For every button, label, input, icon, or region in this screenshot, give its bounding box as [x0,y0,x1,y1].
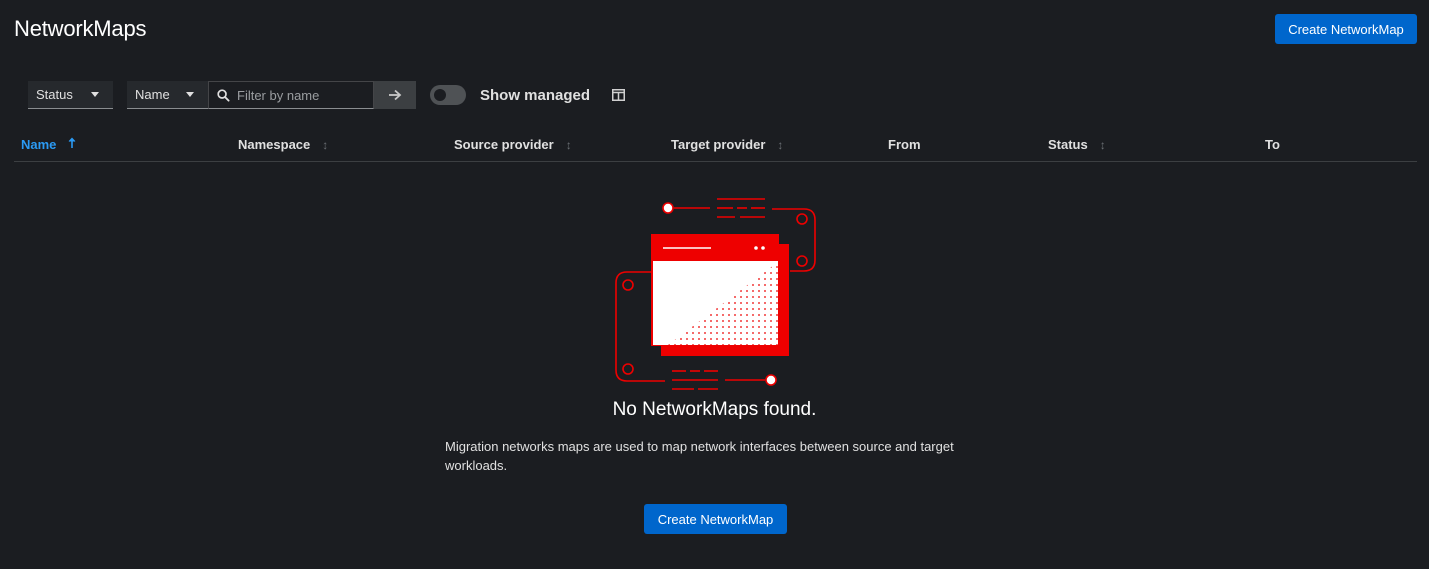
status-filter-label: Status [36,87,73,102]
search-input[interactable] [237,87,367,103]
sort-icon: ↕ [565,137,572,152]
empty-state-title: No NetworkMaps found. [612,399,817,420]
search-icon [209,88,237,102]
sort-icon: ↕ [322,137,329,152]
column-header-source-provider[interactable]: Source provider ↕ [454,137,572,152]
column-header-to: To [1265,137,1280,152]
status-filter-select[interactable]: Status [28,81,113,109]
toggle-knob [434,89,446,101]
column-header-from: From [888,137,921,152]
show-managed-toggle[interactable] [430,85,466,105]
arrow-right-icon [389,89,402,101]
search-field [208,81,374,109]
empty-state-illustration-icon [615,198,816,390]
sort-icon: ↕ [777,137,784,152]
empty-state-body: Migration networks maps are used to map … [445,439,954,473]
create-networkmap-button[interactable]: Create NetworkMap [1275,14,1417,44]
name-filter-label: Name [135,87,170,102]
caret-down-icon [186,92,194,97]
sort-icon: ↕ [1099,137,1106,152]
search-submit-button[interactable] [374,81,416,109]
show-managed-label: Show managed [480,87,591,104]
column-header-target-provider[interactable]: Target provider ↕ [671,137,783,152]
page-title: NetworkMaps [14,16,147,41]
sort-ascending-icon [68,137,76,152]
caret-down-icon [91,92,99,97]
column-header-name[interactable]: Name [21,137,76,152]
empty-state-create-button[interactable]: Create NetworkMap [644,504,787,534]
name-filter-select[interactable]: Name [127,81,208,109]
table-divider [14,161,1417,162]
column-header-status[interactable]: Status ↕ [1048,137,1106,152]
manage-columns-icon[interactable] [612,88,625,106]
column-header-namespace[interactable]: Namespace ↕ [238,137,328,152]
